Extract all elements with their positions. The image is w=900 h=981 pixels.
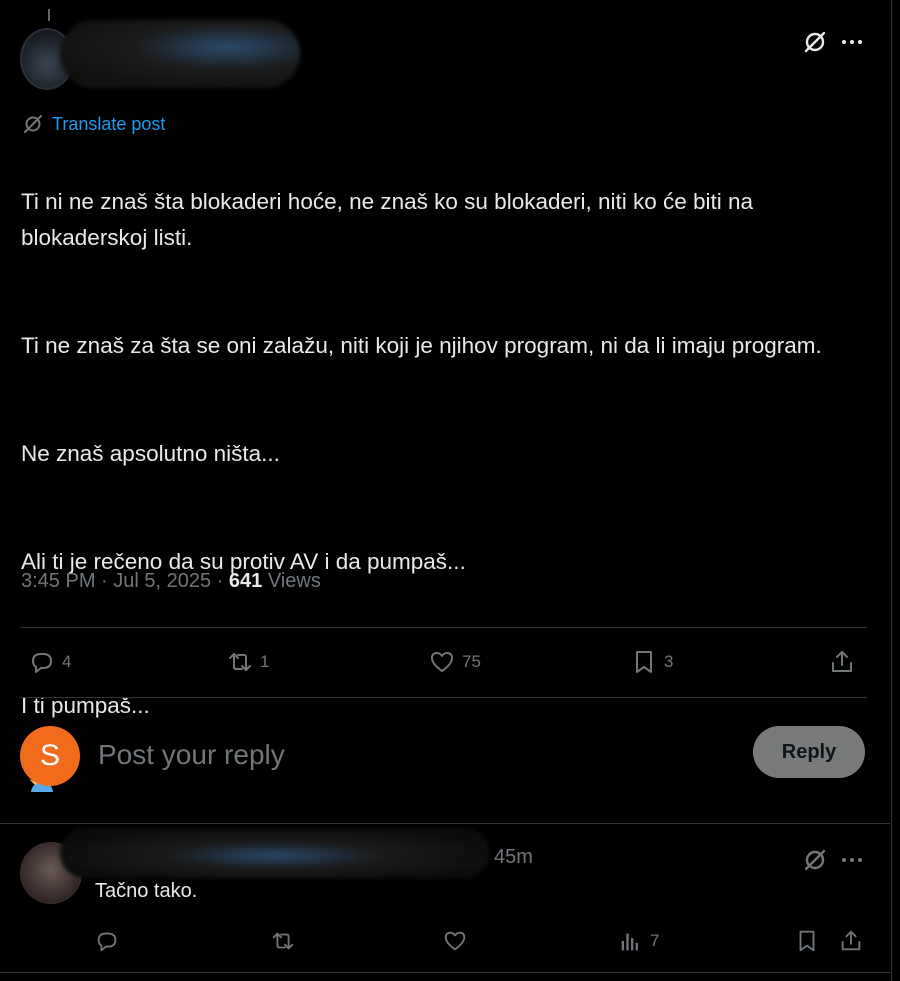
reply-count: 4 [62, 652, 72, 671]
repost-count: 1 [260, 652, 270, 671]
reply-actions: 7 [90, 924, 870, 958]
repost-icon [272, 932, 294, 950]
like-count: 75 [462, 652, 481, 671]
reply-button[interactable]: Reply [753, 726, 865, 778]
repost-action[interactable]: 1 [226, 640, 269, 684]
avatar-connector [48, 9, 50, 21]
bookmark-icon [636, 651, 652, 673]
translate-label[interactable]: Translate post [52, 114, 165, 135]
reply-composer: S Reply [20, 722, 865, 786]
grok-icon[interactable] [801, 846, 829, 874]
divider [20, 627, 867, 628]
like-action[interactable]: 75 [428, 640, 481, 684]
post-paragraph: Ti ne znaš za šta se oni zalažu, niti ko… [21, 333, 822, 358]
repost-icon [229, 653, 251, 671]
post-time[interactable]: 3:45 PM [21, 570, 95, 592]
reply-input[interactable] [96, 732, 700, 778]
bookmark-icon [799, 930, 815, 952]
bookmark-action[interactable]: 3 [630, 640, 673, 684]
views-label: Views [267, 570, 321, 592]
post-date[interactable]: Jul 5, 2025 [113, 570, 211, 592]
page-border [891, 0, 892, 981]
post-paragraph: Ti ni ne znaš šta blokaderi hoće, ne zna… [21, 189, 754, 250]
share-icon [841, 930, 861, 951]
author-name-redacted[interactable] [60, 20, 300, 88]
user-avatar[interactable]: S [20, 726, 80, 786]
reply-author-name-redacted[interactable] [60, 828, 490, 878]
post-paragraph: Ne znaš apsolutno ništa... [21, 441, 280, 466]
bookmark-count: 3 [664, 652, 674, 671]
grok-icon [24, 115, 42, 133]
share-action[interactable] [838, 924, 864, 958]
heart-icon [444, 931, 466, 951]
post-meta: 3:45 PM · Jul 5, 2025 · 641 Views [21, 570, 321, 592]
reply-icon [32, 653, 52, 673]
post-text: Ti ni ne znaš šta blokaderi hoće, ne zna… [21, 148, 881, 796]
more-options-icon[interactable] [838, 846, 866, 874]
reply-action[interactable]: 4 [28, 640, 71, 684]
divider [0, 972, 890, 973]
share-action[interactable] [828, 640, 856, 684]
reply-time[interactable]: 45m [494, 846, 533, 869]
reply-icon [97, 932, 117, 952]
like-action[interactable] [442, 924, 468, 958]
divider [20, 697, 867, 698]
reply-views-count: 7 [650, 931, 660, 950]
reply-text: Tačno tako. [95, 880, 198, 902]
heart-icon [431, 652, 453, 672]
views-action[interactable]: 7 [618, 924, 659, 958]
more-options-icon[interactable] [838, 28, 866, 56]
translate-post-link[interactable]: Translate post [22, 113, 165, 135]
analytics-icon [621, 933, 638, 951]
post-actions: 4 1 75 3 [20, 640, 865, 684]
repost-action[interactable] [270, 924, 296, 958]
reply-action[interactable] [94, 924, 120, 958]
views-count: 641 [228, 570, 263, 592]
bookmark-action[interactable] [794, 924, 820, 958]
grok-icon[interactable] [801, 28, 829, 56]
divider [0, 823, 890, 824]
share-icon [832, 651, 852, 672]
